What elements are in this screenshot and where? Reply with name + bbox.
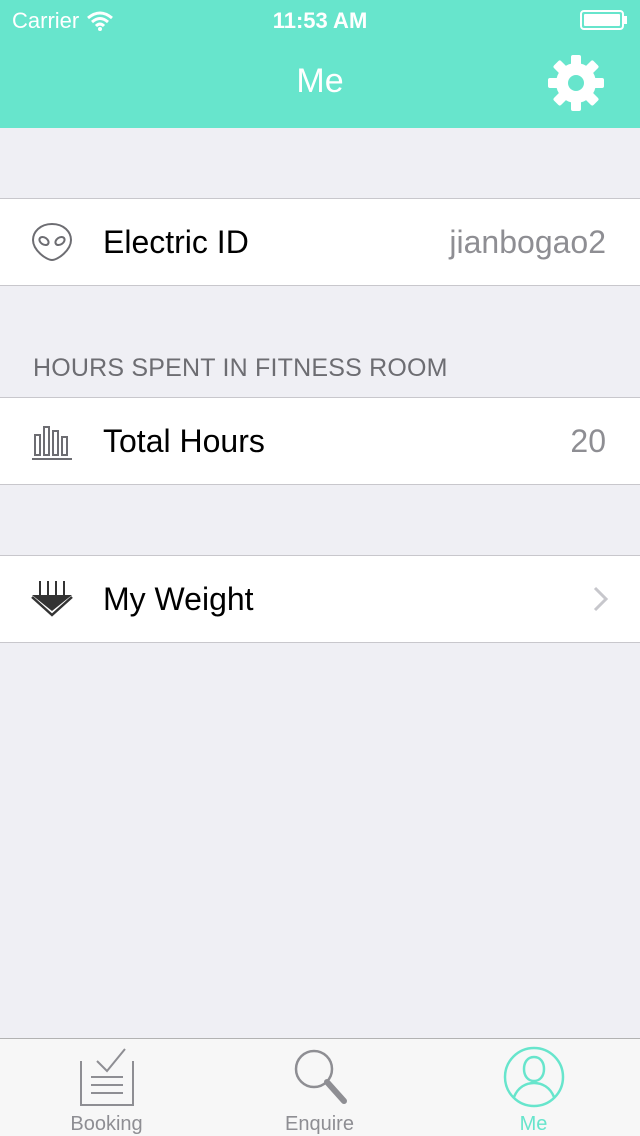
electric-id-row: Electric ID jianbogao2 bbox=[0, 198, 640, 286]
page-title: Me bbox=[296, 62, 344, 100]
tab-enquire-label: Enquire bbox=[285, 1113, 354, 1135]
gear-icon[interactable] bbox=[546, 53, 606, 113]
electric-id-label: Electric ID bbox=[103, 223, 249, 260]
total-hours-value: 20 bbox=[570, 422, 606, 459]
tab-bar: Booking Enquire Me bbox=[0, 1038, 640, 1136]
bar-chart-icon bbox=[32, 426, 72, 460]
electric-id-value: jianbogao2 bbox=[449, 223, 606, 260]
section-header-fitness: HOURS SPENT IN FITNESS ROOM bbox=[33, 354, 448, 382]
tab-enquire[interactable]: Enquire bbox=[213, 1039, 426, 1136]
me-screen: Carrier 11:53 AM Me Electric ID jianboga… bbox=[0, 0, 640, 1136]
my-weight-row[interactable]: My Weight bbox=[0, 555, 640, 643]
magnifier-icon bbox=[294, 1049, 347, 1104]
tab-me-label: Me bbox=[519, 1113, 548, 1135]
weight-icon bbox=[31, 581, 73, 617]
tab-booking[interactable]: Booking bbox=[0, 1039, 213, 1136]
chevron-right-icon bbox=[593, 586, 609, 612]
status-time: 11:53 AM bbox=[272, 8, 368, 33]
alien-face-icon bbox=[31, 222, 73, 262]
total-hours-label: Total Hours bbox=[103, 422, 265, 459]
my-weight-label: My Weight bbox=[103, 580, 254, 617]
tab-booking-label: Booking bbox=[70, 1113, 143, 1135]
person-circle-icon bbox=[503, 1046, 564, 1108]
tab-me[interactable]: Me bbox=[427, 1039, 640, 1136]
total-hours-row: Total Hours 20 bbox=[0, 397, 640, 485]
booking-list-icon bbox=[79, 1048, 134, 1106]
header: Carrier 11:53 AM Me bbox=[0, 0, 640, 128]
status-bar: Carrier 11:53 AM bbox=[0, 0, 640, 40]
battery-icon bbox=[580, 10, 627, 30]
